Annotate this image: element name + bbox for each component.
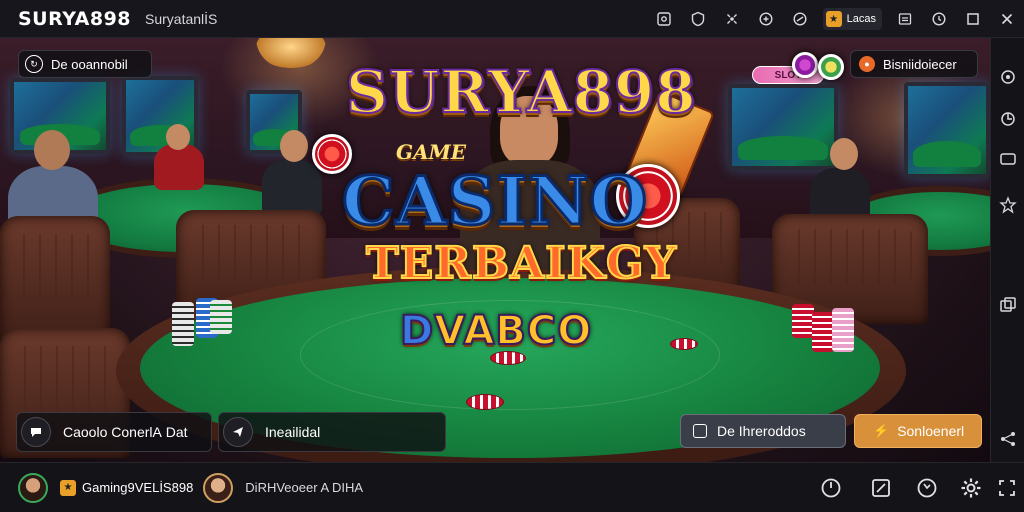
- chip-stack: [812, 312, 834, 352]
- broadcast-screen-icon[interactable]: [870, 477, 892, 499]
- logo-title: SURYA898: [345, 57, 697, 127]
- rotate-icon[interactable]: [916, 477, 938, 499]
- tv-icon[interactable]: [999, 150, 1017, 168]
- minimize-icon[interactable]: [888, 0, 922, 38]
- overlay-button-4-label: Sonloenerl: [897, 423, 965, 439]
- player-figure: [154, 144, 204, 190]
- overlay-button-2-label: Ineailidal: [265, 424, 321, 440]
- refresh-icon: ↻: [25, 55, 43, 73]
- avatar[interactable]: [18, 472, 48, 503]
- logo-tagline: TERBAIKGY: [365, 237, 677, 290]
- top-left-button-label: De ooannobil: [51, 56, 128, 72]
- streamer-avatar[interactable]: [203, 472, 234, 503]
- settings-icon[interactable]: [960, 477, 982, 499]
- player-head: [166, 124, 190, 150]
- purple-chip: [792, 52, 818, 78]
- top-right-button-label: Bisniidoiecer: [883, 56, 957, 72]
- stream-caption: DiRHVeoeer A DIHA: [245, 480, 364, 495]
- document-icon: [693, 424, 707, 438]
- broadcast-icon[interactable]: [715, 0, 749, 38]
- app-window: SURYA898 SuryatanlİS ★ Lacas SLOT SURYA8…: [0, 0, 1024, 512]
- chat-icon: [21, 417, 51, 447]
- player-head: [830, 138, 858, 170]
- title-bar-controls: ★ Lacas: [647, 0, 1024, 38]
- game-banner-scene: SLOT SURYA898 GAME CASINO TERBAIKGY DVAB…: [0, 38, 990, 462]
- logo-subtag-prefix: D: [399, 307, 435, 355]
- window-subtitle: SuryatanlİS: [145, 10, 218, 27]
- green-chip: [818, 54, 844, 80]
- casino-logo: SURYA898 GAME CASINO TERBAIKGY DVABCO: [300, 52, 730, 382]
- copy-icon[interactable]: [999, 296, 1017, 314]
- slot-monitor: [728, 84, 838, 170]
- logo-subtag-rest: VABCO: [433, 307, 593, 355]
- account-pill[interactable]: ★ Lacas: [822, 8, 882, 30]
- star-icon[interactable]: [999, 196, 1017, 214]
- send-icon: [223, 417, 253, 447]
- coin-icon: ★: [60, 479, 76, 496]
- overlay-button-3[interactable]: De Ihreroddos: [680, 414, 846, 448]
- coin-icon: ★: [825, 11, 842, 27]
- poker-chip: [466, 394, 504, 410]
- clock-icon[interactable]: [922, 0, 956, 38]
- maximize-icon[interactable]: [956, 0, 990, 38]
- title-bar: SURYA898 SuryatanlİS ★ Lacas: [0, 0, 1024, 38]
- overlay-button-1-label: Caoolo ConerlА Dat: [63, 424, 188, 440]
- chip-stack: [210, 300, 232, 334]
- shield-icon[interactable]: [681, 0, 715, 38]
- refresh-icon[interactable]: [999, 110, 1017, 128]
- player-head: [34, 130, 70, 170]
- logo-casino-text: CASINO: [340, 161, 649, 242]
- chip-stack: [172, 302, 194, 346]
- swirl-icon[interactable]: [783, 0, 817, 38]
- puzzle-icon[interactable]: [647, 0, 681, 38]
- speed-icon[interactable]: [820, 477, 842, 499]
- flame-icon: ●: [859, 56, 875, 72]
- close-icon[interactable]: [990, 0, 1024, 38]
- bottom-bar: ★ Gaming9VELİS898 DiRHVeoeer A DIHA: [0, 462, 1024, 512]
- bolt-icon: ⚡: [873, 423, 890, 438]
- logo-game-word: GAME: [396, 140, 466, 164]
- overlay-button-1[interactable]: Caoolo ConerlА Dat: [16, 412, 212, 452]
- search-icon[interactable]: [999, 68, 1017, 86]
- leather-chair: [0, 216, 110, 346]
- gift-icon[interactable]: [749, 0, 783, 38]
- overlay-button-2[interactable]: Ineailidal: [218, 412, 446, 452]
- gamer-tag: Gaming9VELİS898: [82, 480, 194, 495]
- overlay-button-3-label: De Ihreroddos: [717, 423, 806, 439]
- top-right-button[interactable]: ● Bisniidoiecer: [850, 50, 978, 78]
- chip-stack: [792, 304, 814, 338]
- slot-monitor: [904, 82, 990, 178]
- account-pill-label: Lacas: [846, 13, 876, 25]
- chip-stack: [832, 308, 854, 352]
- side-toolbar: [990, 38, 1024, 462]
- fullscreen-icon[interactable]: [998, 479, 1016, 497]
- top-left-button[interactable]: ↻ De ooannobil: [18, 50, 152, 78]
- brand-logo: SURYA898: [18, 7, 132, 30]
- share-icon[interactable]: [999, 430, 1017, 448]
- logo-casino-word: CASINO: [340, 161, 649, 242]
- logo-subtag: DVABCO: [399, 307, 593, 355]
- overlay-button-4[interactable]: ⚡ Sonloenerl: [854, 414, 982, 448]
